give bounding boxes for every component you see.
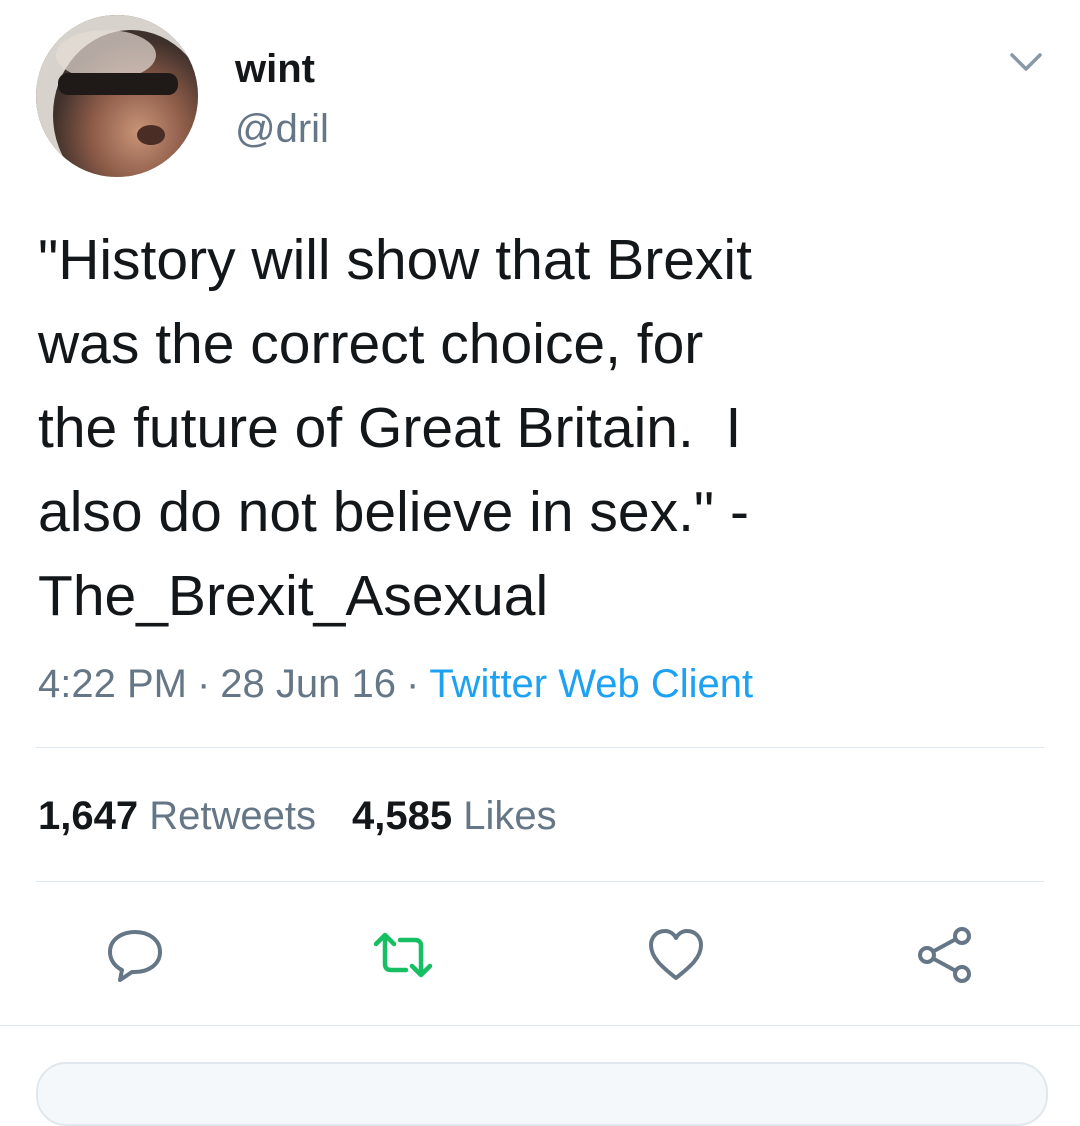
tweet-date[interactable]: 28 Jun 16 <box>220 662 396 706</box>
retweet-icon[interactable] <box>372 924 434 986</box>
tweet-time[interactable]: 4:22 PM <box>38 662 187 706</box>
retweets-count: 1,647 <box>38 794 139 838</box>
author-handle[interactable]: @dril <box>235 106 329 152</box>
meta-separator: · <box>406 662 420 706</box>
divider <box>36 881 1044 882</box>
tweet-meta: 4:22 PM · 28 Jun 16 · Twitter Web Client <box>38 658 753 710</box>
reply-input[interactable] <box>36 1062 1048 1126</box>
chevron-down-icon[interactable] <box>1006 42 1046 82</box>
tweet-client-link[interactable]: Twitter Web Client <box>429 662 753 706</box>
tweet-text: "History will show that Brexit was the c… <box>38 228 752 628</box>
retweets-label: Retweets <box>149 794 316 838</box>
divider <box>36 747 1044 748</box>
likes-count: 4,585 <box>351 794 453 838</box>
section-separator <box>0 1025 1080 1026</box>
tweet-stats: 1,647 Retweets 4,585 Likes <box>38 790 557 842</box>
meta-separator: · <box>196 662 211 706</box>
share-icon[interactable] <box>914 924 976 986</box>
retweets-stat[interactable]: 1,647 Retweets <box>38 794 316 838</box>
author-display-name[interactable]: wint <box>235 46 315 92</box>
avatar[interactable] <box>36 15 198 177</box>
likes-stat[interactable]: 4,585 Likes <box>352 794 557 838</box>
likes-label: Likes <box>463 794 557 838</box>
like-icon[interactable] <box>645 924 707 986</box>
reply-icon[interactable] <box>104 924 166 986</box>
